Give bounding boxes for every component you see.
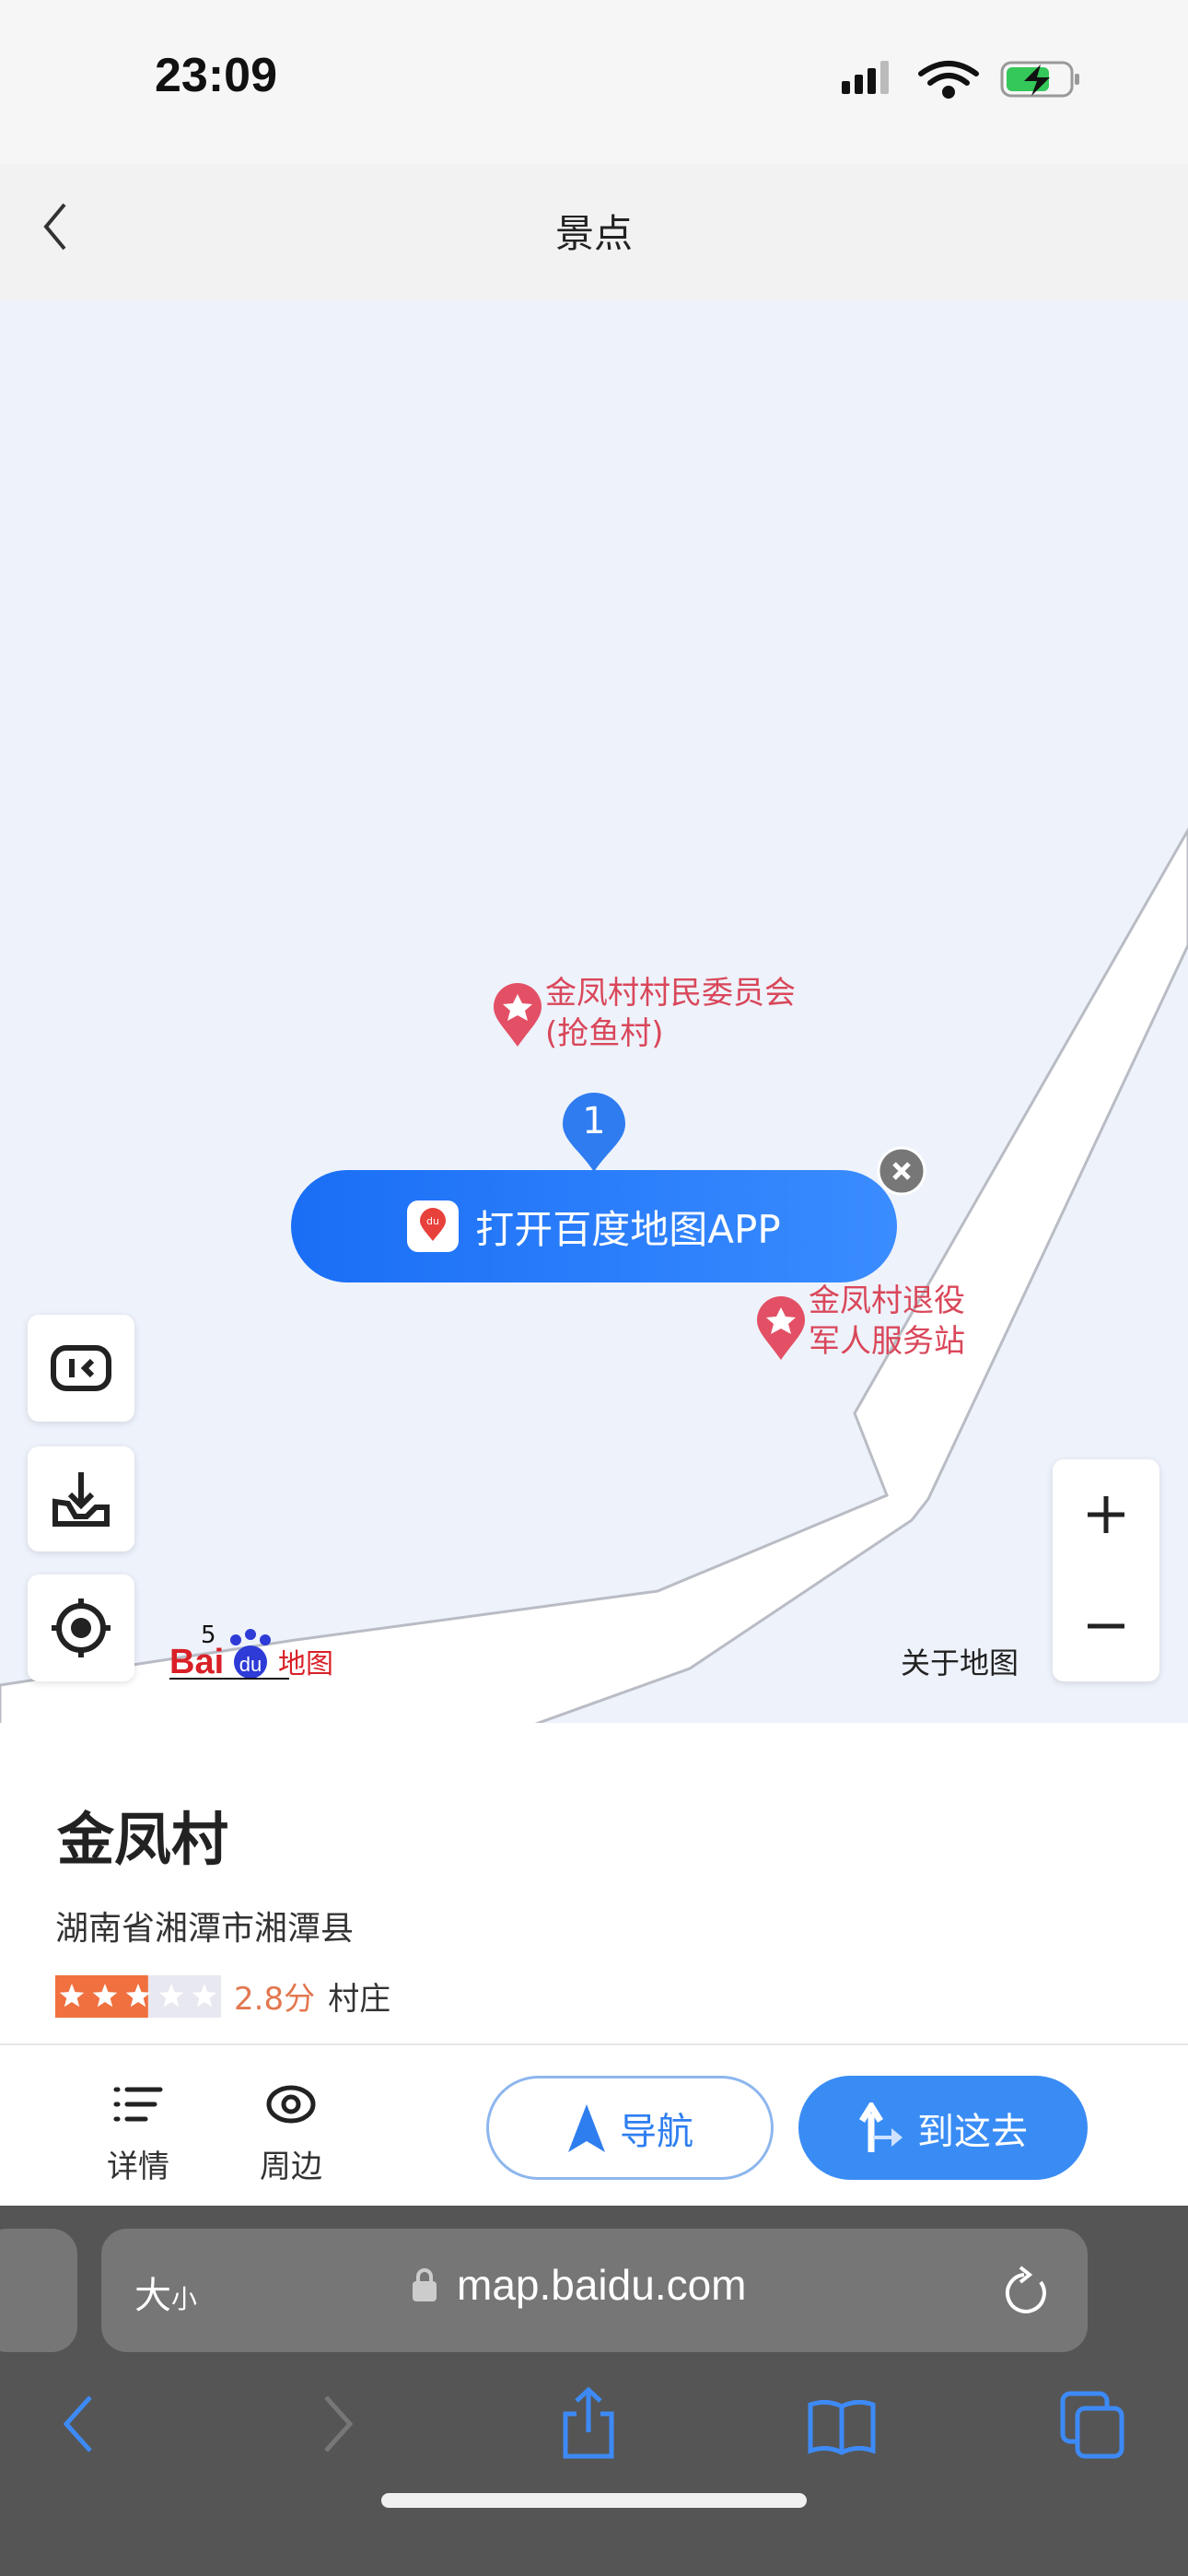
locate-button[interactable] (28, 1575, 134, 1681)
about-map-link[interactable]: 关于地图 (901, 1640, 1019, 1682)
svg-text:地图: 地图 (278, 1648, 333, 1680)
scale-label: 5 (201, 1622, 216, 1649)
poi-label: 金凤村村民委员会 (545, 975, 796, 1012)
rating-score: 2.8分 (234, 1981, 316, 2018)
back-icon[interactable] (59, 2394, 99, 2454)
navigation-arrow-icon (568, 2103, 605, 2152)
previous-tab-preview[interactable] (0, 2229, 77, 2352)
share-icon[interactable] (558, 2386, 619, 2460)
list-icon (113, 2087, 163, 2122)
text-size-button[interactable]: 大小 (134, 2266, 197, 2319)
panorama-button[interactable] (28, 1315, 134, 1422)
nearby-label: 周边 (260, 2149, 322, 2185)
nav-header: 景点 (0, 164, 1188, 300)
address-bar[interactable]: 大小 map.baidu.com (101, 2229, 1088, 2352)
navigate-label: 导航 (620, 2110, 693, 2153)
wifi-icon (918, 61, 979, 99)
baidu-logo: 5 Bai du 地图 (169, 1622, 344, 1682)
status-bar: 23:09 (0, 0, 1188, 164)
nearby-button[interactable]: 周边 (254, 2082, 328, 2186)
details-label: 详情 (107, 2149, 169, 2185)
poi-pin-icon (757, 1296, 805, 1360)
cellular-signal-icon (842, 61, 889, 94)
text-size-small: 小 (171, 2284, 198, 2314)
action-bar: 详情 周边 导航 到这去 (0, 2043, 1188, 2206)
download-button[interactable] (28, 1446, 134, 1551)
route-arrow-icon (859, 2102, 903, 2152)
open-app-label: 打开百度地图APP (475, 1206, 781, 1252)
battery-charging-icon (1000, 61, 1079, 98)
tabs-icon[interactable] (1059, 2390, 1127, 2460)
navigate-button[interactable]: 导航 (486, 2076, 774, 2180)
lock-icon (413, 2268, 437, 2301)
marker-number: 1 (582, 1100, 606, 1142)
status-icons (842, 61, 1079, 99)
reload-icon[interactable] (1004, 2264, 1055, 2319)
go-here-label: 到这去 (917, 2110, 1028, 2153)
place-name: 金凤村 (57, 1806, 229, 1873)
page-title: 景点 (554, 211, 633, 256)
eye-icon (266, 2085, 316, 2124)
baidu-map-logo: Bai du 地图 (169, 1629, 333, 1681)
details-button[interactable]: 详情 (101, 2082, 175, 2186)
poi-label: 金凤村退役 (809, 1282, 965, 1319)
download-icon (52, 1472, 110, 1527)
svg-text:du: du (426, 1215, 439, 1227)
zoom-control (1053, 1459, 1159, 1681)
forward-icon[interactable] (317, 2394, 357, 2454)
street-view-icon (51, 1345, 111, 1391)
place-category: 村庄 (328, 1981, 391, 2018)
browser-toolbar: 大小 map.baidu.com (0, 2206, 1188, 2576)
go-here-button[interactable]: 到这去 (798, 2076, 1088, 2180)
baidu-map-app-icon: du (407, 1200, 460, 1252)
poi-label: 军人服务站 (809, 1323, 965, 1360)
bookmarks-icon[interactable] (807, 2397, 877, 2456)
map-view[interactable]: 金凤村村民委员会 (抢鱼村) 金凤村退役 军人服务站 1 du 打开百度地图APP … (0, 300, 1188, 1723)
location-marker[interactable]: 1 (561, 1091, 627, 1174)
open-app-button[interactable]: du 打开百度地图APP (291, 1170, 897, 1282)
text-size-large: 大 (134, 2275, 171, 2317)
home-indicator (381, 2493, 807, 2508)
place-address: 湖南省湘潭市湘潭县 (55, 1910, 355, 1948)
close-icon[interactable] (877, 1146, 926, 1196)
clock: 23:09 (155, 49, 277, 102)
zoom-out-button[interactable] (1053, 1571, 1159, 1681)
url-text: map.baidu.com (457, 2261, 747, 2309)
poi-label: (抢鱼村) (545, 1015, 664, 1052)
svg-text:du: du (239, 1653, 262, 1676)
poi-pin-icon (494, 983, 542, 1047)
crosshair-locate-icon (52, 1598, 111, 1657)
star-rating (55, 1974, 221, 2018)
zoom-in-button[interactable] (1053, 1459, 1159, 1570)
place-info-panel: 金凤村 湖南省湘潭市湘潭县 2.8分 村庄 (0, 1723, 1188, 2043)
